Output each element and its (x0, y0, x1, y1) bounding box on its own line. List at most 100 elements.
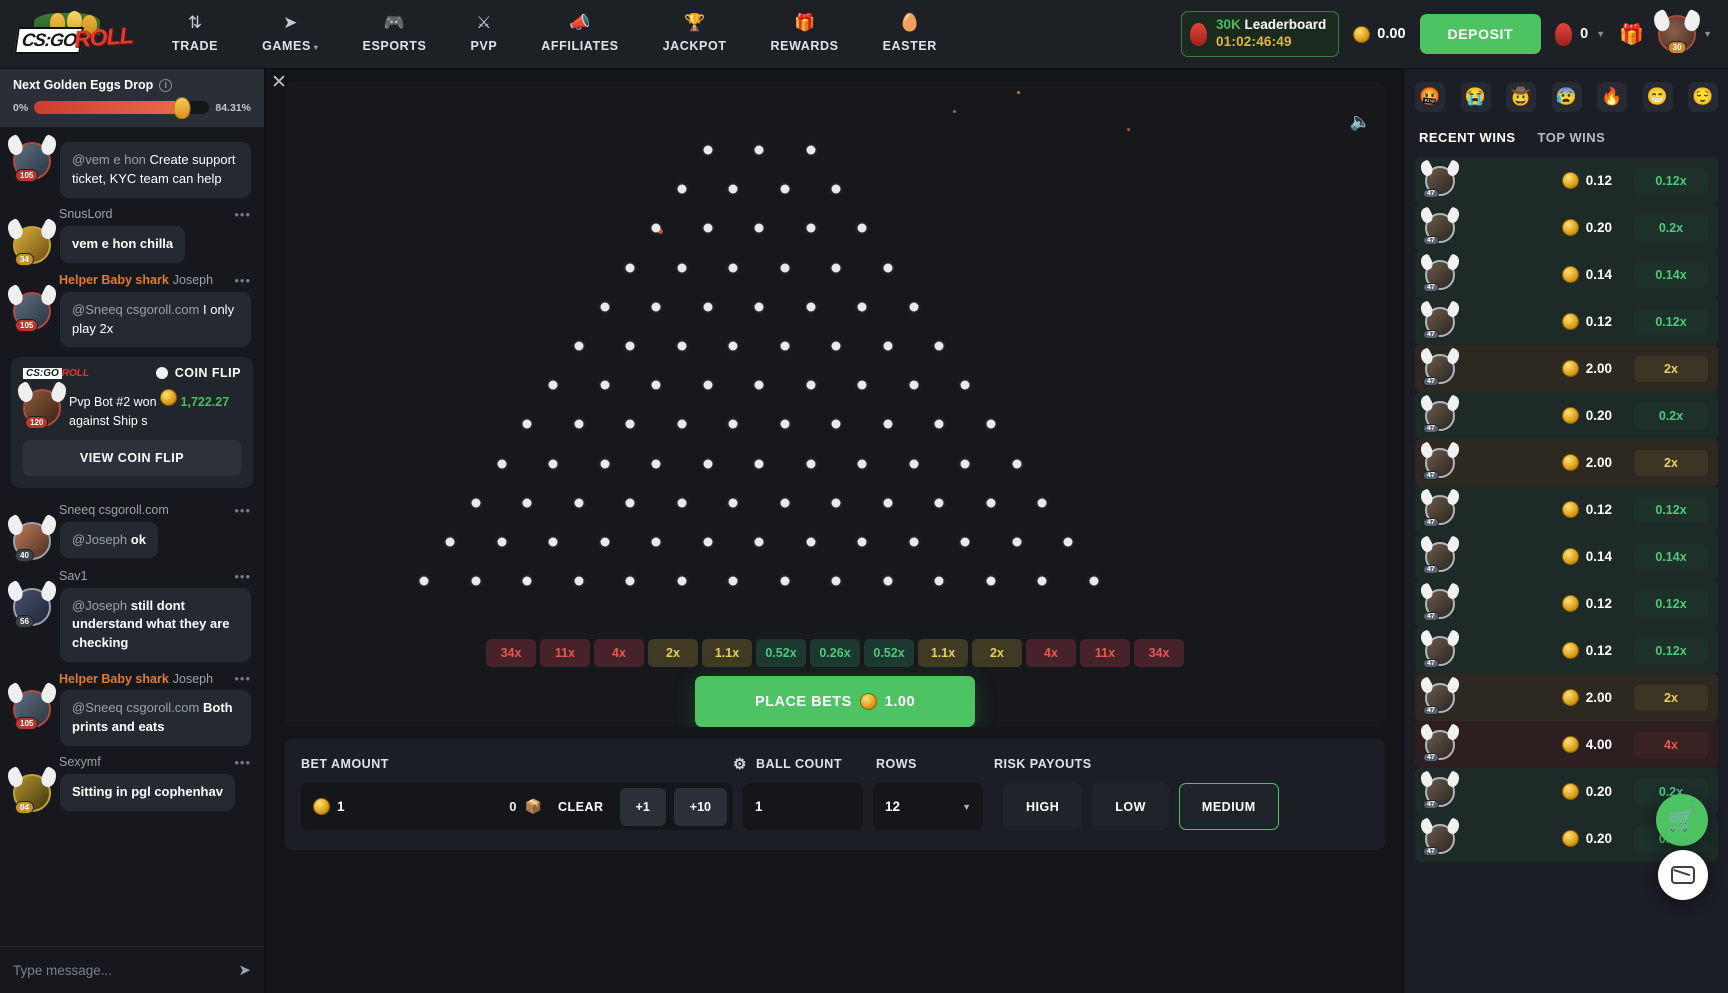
nav-item-easter[interactable]: 🥚 EASTER (861, 11, 959, 57)
win-row[interactable]: 47 0.12 0.12x (1415, 157, 1718, 204)
peg (806, 380, 815, 390)
multiplier-bucket: 11x (1080, 639, 1130, 667)
ball-count-label: BALL COUNT (755, 757, 842, 771)
nav-item-affiliates[interactable]: 📣 AFFILIATES (519, 11, 640, 57)
rows-select[interactable]: 12 ▼ (873, 783, 983, 830)
place-bets-button[interactable]: PLACE BETS 1.00 (694, 676, 976, 727)
site-logo[interactable]: CS:GO ROLL (12, 11, 133, 57)
win-multiplier: 2x (1634, 449, 1708, 476)
win-row[interactable]: 47 0.14 0.14x (1415, 251, 1718, 298)
emoji-button[interactable]: 😌 (1688, 82, 1718, 112)
user-menu[interactable]: 30 ▼ (1650, 8, 1712, 54)
avatar[interactable]: 105 (4, 133, 60, 182)
win-row[interactable]: 47 2.00 2x (1415, 439, 1718, 486)
peg (1037, 498, 1047, 508)
level-badge: 47 (1423, 423, 1439, 433)
level-badge: 47 (1423, 282, 1439, 292)
peg (831, 419, 841, 429)
win-row[interactable]: 47 0.12 0.12x (1415, 298, 1718, 345)
chat-input[interactable] (13, 962, 231, 978)
multiplier-bucket: 1.1x (702, 639, 752, 667)
message-menu-icon[interactable]: ••• (234, 671, 251, 686)
win-row[interactable]: 47 0.12 0.12x (1415, 627, 1718, 674)
nav-item-jackpot[interactable]: 🏆 JACKPOT (641, 11, 749, 57)
win-row[interactable]: 47 0.12 0.12x (1415, 486, 1718, 533)
emoji-button[interactable]: 🤠 (1506, 82, 1536, 112)
egg-count-display[interactable]: 0 ▼ (1555, 22, 1605, 46)
send-arrow-icon[interactable]: ➤ (238, 961, 251, 979)
risk-medium-button[interactable]: MEDIUM (1178, 783, 1279, 830)
win-row[interactable]: 47 4.00 4x (1415, 721, 1718, 768)
emoji-button[interactable]: 🤬 (1415, 82, 1445, 112)
support-chat-icon[interactable] (1658, 850, 1708, 900)
gear-icon[interactable]: ⚙ (733, 755, 747, 773)
level-badge: 47 (1423, 188, 1439, 198)
win-row[interactable]: 47 0.12 0.12x (1415, 580, 1718, 627)
plus-10-button[interactable]: +10 (673, 787, 727, 826)
tab-recent-wins[interactable]: RECENT WINS (1419, 130, 1516, 145)
plus-1-button[interactable]: +1 (619, 787, 666, 826)
peg (651, 380, 661, 390)
peg (600, 302, 609, 312)
emoji-button[interactable]: 😰 (1551, 82, 1582, 112)
emoji-button[interactable]: 😭 (1460, 82, 1491, 112)
tab-top-wins[interactable]: TOP WINS (1538, 130, 1606, 145)
peg (728, 341, 738, 351)
coinflip-card: CS:GO ROLL COIN FLIP 120 Pvp Bot #2 won … (11, 357, 253, 488)
gift-box-icon[interactable]: 🎁 (1619, 22, 1644, 47)
win-row[interactable]: 47 0.14 0.14x (1415, 533, 1718, 580)
avatar[interactable]: 40 (4, 513, 60, 562)
drop-progress-bar (34, 96, 210, 119)
peg (728, 576, 738, 586)
peg (522, 419, 532, 429)
win-row[interactable]: 47 0.20 0.2x (1415, 204, 1718, 251)
nav-item-esports[interactable]: 🎮 ESPORTS (341, 11, 449, 57)
peg (831, 184, 841, 194)
level-badge: 47 (1423, 564, 1439, 574)
nav-item-trade[interactable]: ⇅ TRADE (150, 11, 240, 57)
risk-low-button[interactable]: LOW (1092, 783, 1169, 830)
message-menu-icon[interactable]: ••• (234, 569, 251, 584)
nav-item-rewards[interactable]: 🎁 REWARDS (749, 11, 861, 57)
emoji-button[interactable]: 😁 (1642, 82, 1673, 112)
avatar[interactable]: 120 (14, 381, 70, 430)
balance-display[interactable]: 0.00 (1353, 25, 1406, 43)
message-menu-icon[interactable]: ••• (234, 503, 251, 518)
ball-count-field[interactable]: 1 (743, 783, 863, 830)
leaderboard-banner[interactable]: 30K Leaderboard 01:02:46:49 (1180, 11, 1340, 57)
info-icon[interactable]: i (159, 78, 173, 92)
win-row[interactable]: 47 2.00 2x (1415, 674, 1718, 721)
win-row[interactable]: 47 0.20 0.2x (1415, 392, 1718, 439)
coin-icon (1561, 501, 1579, 518)
deposit-button[interactable]: DEPOSIT (1419, 14, 1542, 54)
nav-item-pvp[interactable]: ⚔ PVP (448, 11, 519, 57)
avatar[interactable]: 56 (4, 579, 60, 628)
message-bubble: vem e hon chilla (60, 225, 186, 263)
avatar[interactable]: 04 (4, 765, 60, 814)
win-row[interactable]: 47 2.00 2x (1415, 345, 1718, 392)
message-menu-icon[interactable]: ••• (234, 755, 251, 770)
avatar: 47 (1418, 346, 1462, 386)
message-menu-icon[interactable]: ••• (234, 207, 251, 222)
emoji-button[interactable]: 🔥 (1597, 82, 1627, 112)
easter-egg-icon: 🥚 (899, 13, 921, 32)
peg (1089, 576, 1099, 586)
view-coinflip-button[interactable]: VIEW COIN FLIP (23, 439, 241, 476)
peg (471, 498, 481, 508)
coin-icon (155, 367, 168, 380)
clear-button[interactable]: CLEAR (550, 790, 612, 824)
message-mention: @Sneeq csgoroll.com (72, 301, 200, 317)
peg (728, 419, 738, 429)
avatar[interactable]: 34 (4, 217, 60, 266)
peg (934, 341, 944, 351)
case-icon[interactable]: 📦 (525, 798, 542, 815)
bet-amount-field[interactable]: 1 0 📦 CLEAR +1 +10 (301, 783, 733, 830)
risk-high-button[interactable]: HIGH (1003, 783, 1083, 830)
nav-item-games[interactable]: ➤ GAMES ▾ (240, 11, 340, 57)
avatar: 47 (1418, 722, 1462, 762)
shopping-cart-icon[interactable]: 🛒 (1656, 794, 1708, 846)
message-menu-icon[interactable]: ••• (234, 273, 251, 288)
close-icon[interactable]: ✕ (271, 71, 287, 94)
avatar[interactable]: 105 (4, 283, 60, 332)
avatar[interactable]: 105 (4, 681, 60, 731)
